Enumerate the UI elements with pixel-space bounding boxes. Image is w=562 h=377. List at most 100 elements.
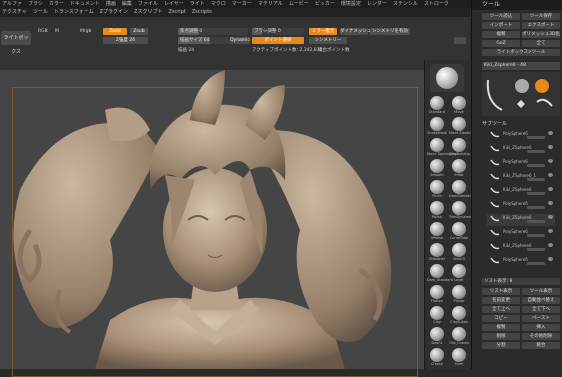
eye-icon[interactable] (548, 159, 553, 163)
subtool-action-button[interactable]: ペースト (522, 315, 560, 322)
menu-item[interactable]: 描画 (106, 0, 116, 8)
subtool-action-button[interactable]: 統合 (522, 342, 560, 349)
subtool-action-button[interactable]: 全て上へ (482, 306, 520, 313)
list-display-slider[interactable]: リスト表示: 8 (482, 278, 560, 285)
brush-button[interactable]: Layer (449, 264, 469, 284)
tool-menu-button[interactable]: GoZ (482, 40, 520, 47)
brush-button[interactable]: Move Elastic (449, 117, 471, 137)
brush-button[interactable]: ClayBuildup (449, 138, 470, 158)
brush-button[interactable]: Move Topological (427, 138, 457, 158)
subtool-opacity-bar[interactable] (527, 136, 545, 139)
brush-button[interactable]: Dam_Standard (427, 264, 453, 284)
eye-icon[interactable] (548, 187, 553, 191)
subtool-opacity-bar[interactable] (527, 206, 545, 209)
menu-item[interactable]: ムービー (289, 0, 309, 8)
menu-item[interactable]: ストローク (424, 0, 449, 8)
subtool-item[interactable]: Kiki_ZSphere6 (487, 214, 555, 226)
tool-menu-button[interactable]: 全て (522, 40, 560, 47)
subtool-opacity-bar[interactable] (527, 248, 545, 251)
focal-shift-slider[interactable]: 焦点調整 0 (178, 28, 248, 35)
menu-item[interactable]: Zプラグイン (100, 8, 128, 17)
menu-item[interactable]: トランスフォーム (54, 8, 94, 17)
subtool-opacity-bar[interactable] (527, 192, 545, 195)
tool-menu-button[interactable]: 複製 (482, 31, 520, 38)
eye-icon[interactable] (548, 215, 553, 219)
subtool-action-button[interactable]: その他削除 (522, 333, 560, 340)
menu-item[interactable]: ライト (190, 0, 205, 8)
eye-icon[interactable] (548, 131, 553, 135)
brush-button[interactable]: Crease (427, 348, 447, 368)
menu-item[interactable]: ブラシ (28, 0, 43, 8)
subtool-item[interactable]: PolySphere6 (487, 200, 555, 212)
brush-button[interactable]: Smooth (427, 159, 447, 179)
menu-item[interactable]: 編集 (122, 0, 132, 8)
menu-item[interactable]: ピッカー (315, 0, 335, 8)
menu-item[interactable]: ツール (33, 8, 48, 17)
dynamesh-button[interactable]: ダイナメッシュ (340, 28, 371, 35)
subtool-opacity-bar[interactable] (527, 262, 545, 265)
brush-button[interactable]: Clay (427, 306, 447, 326)
brush-button[interactable]: Orb_Cracks (449, 327, 469, 347)
menu-item[interactable]: レンダー (367, 0, 387, 8)
tool-thumbnails[interactable] (482, 72, 560, 116)
brush-button[interactable]: Slash1 (427, 327, 447, 347)
brush-button[interactable]: Move (449, 96, 469, 116)
subtool-opacity-bar[interactable] (527, 164, 545, 167)
eye-icon[interactable] (548, 243, 553, 247)
subtool-action-button[interactable]: リスト表示 (482, 288, 520, 295)
tool-menu-button[interactable]: ライトボックス>ツール (482, 49, 560, 56)
menu-item[interactable]: Zスクリプト (134, 8, 162, 17)
subtool-action-button[interactable]: 全て下へ (522, 306, 560, 313)
eye-icon[interactable] (548, 173, 553, 177)
tool-menu-button[interactable]: インポート (482, 22, 520, 29)
subtool-item[interactable]: PolySphere6 (487, 256, 555, 268)
viewport-canvas[interactable] (0, 70, 424, 377)
brush-button[interactable]: SnakeHook (427, 117, 447, 137)
subtool-header[interactable]: サブツール (482, 120, 507, 127)
eye-icon[interactable] (548, 257, 553, 261)
subtool-item[interactable]: PolySphere6 (487, 158, 555, 170)
menu-item[interactable]: アルファ (2, 0, 22, 8)
menu-item[interactable]: Zscripts (192, 8, 212, 17)
subtool-item[interactable]: Kiki_ZSphere6_1 (487, 172, 555, 184)
brush-button[interactable]: hPolish (427, 222, 447, 242)
brush-button[interactable]: TrimDynamic (449, 201, 472, 221)
toolbar-corner-button[interactable] (454, 37, 466, 44)
menu-item[interactable]: テクスチャ (2, 8, 27, 17)
eye-icon[interactable] (548, 145, 553, 149)
brush-button[interactable]: Polish (427, 201, 447, 221)
menu-item[interactable]: 環境設定 (341, 0, 361, 8)
brush-button[interactable]: CurveTube (449, 222, 469, 242)
sculpt-model[interactable] (0, 70, 424, 369)
menu-item[interactable]: マーカー (232, 0, 252, 8)
menu-item[interactable]: レイヤー (164, 0, 184, 8)
subtool-item[interactable]: Kiki_ZSphere6 (487, 186, 555, 198)
menu-item[interactable]: ステンシル (393, 0, 418, 8)
mirror-button[interactable]: ミラー復元 (309, 28, 337, 35)
subtool-action-button[interactable]: コピー (482, 315, 520, 322)
subtool-opacity-bar[interactable] (527, 234, 545, 237)
current-brush-preview[interactable] (430, 64, 464, 92)
subtool-item[interactable]: PolySphere6 (487, 228, 555, 240)
lightbox-button[interactable]: ライトボックス (1, 31, 31, 55)
point-select-button[interactable]: ポイント選択 (252, 37, 304, 44)
subtool-opacity-bar[interactable] (527, 150, 545, 153)
brush-button[interactable]: Standard (427, 96, 447, 116)
zintensity-slider[interactable]: Z強度 26 (103, 37, 148, 44)
subtool-action-button[interactable]: 分割 (482, 342, 520, 349)
subtool-item[interactable]: Kiki_ZSphere6 (487, 144, 555, 156)
brush-button[interactable]: Form (449, 348, 469, 368)
subtool-action-button[interactable]: 挿入 (522, 324, 560, 331)
tool-menu-button[interactable]: ツール読込 (482, 13, 520, 20)
brush-button[interactable]: ZModeler (427, 243, 447, 263)
brush-button[interactable]: Slash3 (449, 243, 469, 263)
zsub-button[interactable]: Zsub (130, 28, 148, 35)
tool-menu-button[interactable]: ポリメッシュ3D化 (522, 31, 560, 38)
menu-item[interactable]: Zscript (168, 8, 185, 17)
menu-item[interactable]: カラー (49, 0, 64, 8)
menu-item[interactable]: ファイル (138, 0, 158, 8)
menu-item[interactable]: ドキュメント (70, 0, 100, 8)
zadd-button[interactable]: Zadd (103, 28, 127, 35)
brush-button[interactable]: Pinch (427, 180, 447, 200)
subtool-action-button[interactable]: 削除 (482, 333, 520, 340)
